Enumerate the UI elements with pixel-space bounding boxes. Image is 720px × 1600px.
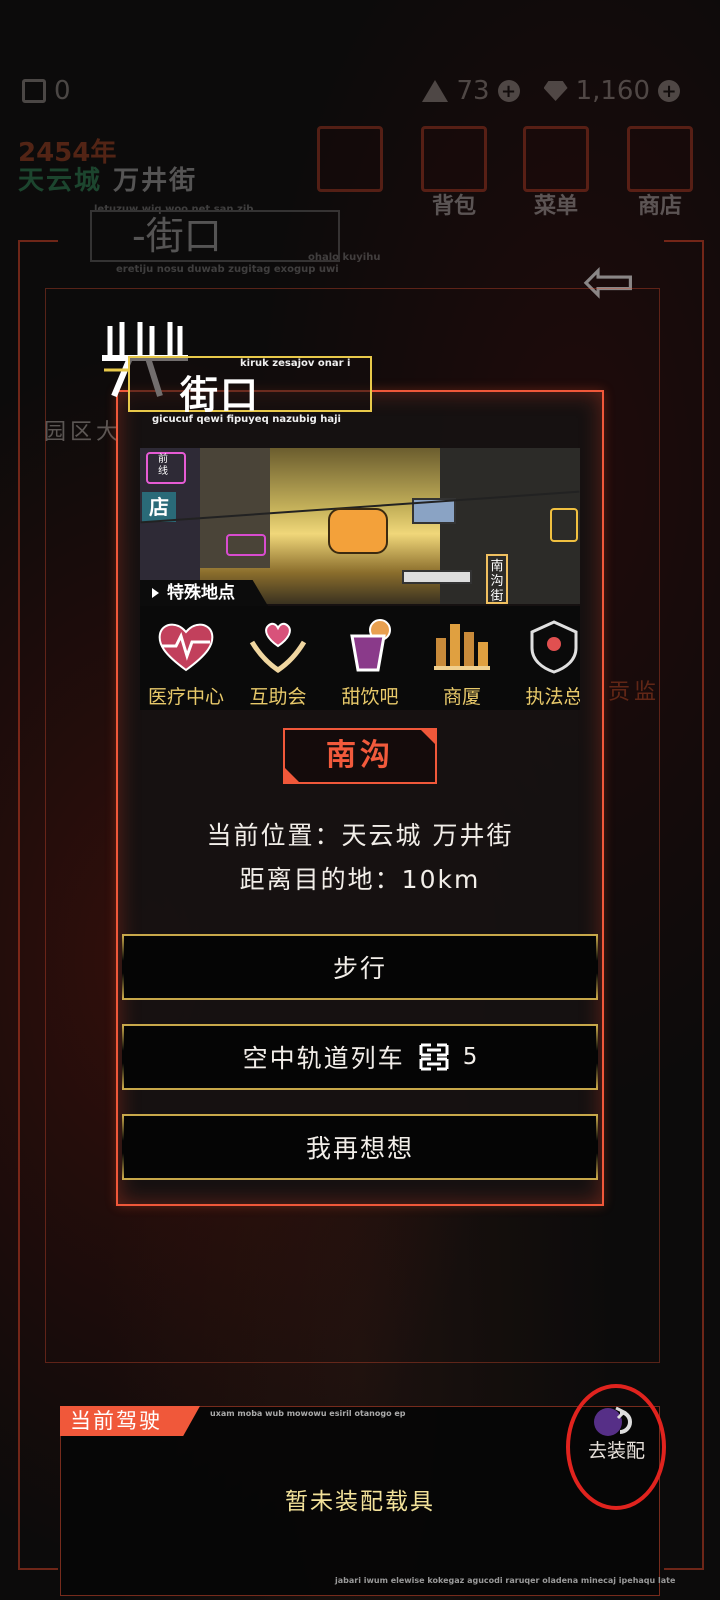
energy-counter: 73 + (422, 76, 520, 106)
frame-edge-right (664, 240, 704, 1570)
poi-label: 执法总 (525, 686, 580, 708)
title-subtext-bottom: gicucuf qewi fipuyeq nazubig haji (152, 414, 341, 425)
police-icon (522, 614, 580, 678)
gem-icon (543, 81, 568, 101)
special-location-tag: 特殊地点 (140, 580, 268, 606)
location-sub-right: ohalo kuyihu (308, 252, 381, 263)
street-name: 万井街 (113, 166, 198, 196)
distance-text: 距离目的地：10km (239, 865, 481, 894)
gem-value: 1,160 (575, 76, 650, 106)
destination-badge: 南沟 (283, 728, 437, 784)
heart-pulse-icon (154, 614, 218, 678)
chip-currency-icon (419, 1043, 449, 1071)
poi-medical[interactable]: 医疗中心 (140, 606, 232, 710)
destination-name: 南沟 (326, 738, 394, 773)
no-vehicle-text: 暂未装配载具 (285, 1489, 435, 1515)
layers-icon (317, 126, 383, 192)
poi-label: 商厦 (442, 686, 481, 708)
backpack-button[interactable]: 背包 (420, 126, 488, 220)
location-sub-bottom: eretiju nosu duwab zugitag exogup uwi (116, 264, 339, 275)
skytrain-label: 空中轨道列车 (242, 1044, 405, 1073)
walk-label: 步行 (332, 954, 387, 983)
scene-sign-text-b: 店 (142, 492, 176, 522)
currency-left-value: 0 (54, 76, 71, 106)
poi-mall[interactable]: 商厦 (416, 606, 508, 710)
poi-dessert-bar[interactable]: 甜饮吧 (324, 606, 416, 710)
currency-right: 73 + 1,160 + (422, 76, 680, 106)
scene-mp-neon (226, 534, 266, 556)
heart-hands-icon (246, 614, 310, 678)
currency-left: 0 (22, 76, 71, 106)
poi-law-enforcement[interactable]: 执法总 (508, 606, 580, 710)
chip-icon (22, 79, 46, 103)
scene-gondola (328, 508, 388, 554)
backpack-icon (421, 126, 487, 192)
poi-label: 医疗中心 (147, 686, 224, 708)
poi-label: 甜饮吧 (341, 686, 399, 708)
menu-label: 菜单 (533, 194, 578, 219)
shop-label: 商店 (637, 194, 682, 219)
scene-stall (402, 570, 472, 584)
poi-row: 医疗中心 互助会 甜饮吧 商厦 执法总 (140, 606, 580, 710)
vehicle-panel-subtext: uxam moba wub mowowu esiril otanogo ep (210, 1409, 406, 1418)
location-title: -街口 (90, 210, 340, 262)
skyline-icon (430, 614, 494, 678)
reconsider-label: 我再想想 (305, 1134, 414, 1163)
walk-button[interactable]: 步行 (122, 934, 598, 1000)
footer-subtext: jabari iwum elewise kokegaz agucodi raru… (335, 1576, 676, 1585)
shop-button[interactable]: 商店 (626, 126, 694, 220)
bg-district-label: 园区大 (44, 420, 123, 445)
scene-sign-text-a: 前线 (158, 454, 168, 477)
dialog-title: 街口 (180, 373, 261, 417)
triangle-icon (152, 588, 159, 598)
backpack-label: 背包 (431, 194, 476, 219)
poi-mutual-aid[interactable]: 互助会 (232, 606, 324, 710)
current-driving-tag: 当前驾驶 (60, 1406, 200, 1436)
current-location-text: 当前位置：天云城 万井街 (206, 821, 514, 850)
poi-label: 互助会 (249, 686, 307, 708)
reconsider-button[interactable]: 我再想想 (122, 1114, 598, 1180)
add-energy-icon[interactable]: + (497, 80, 520, 102)
scene-neon-sign-right (550, 508, 578, 542)
drink-icon (338, 614, 402, 678)
menu-button[interactable]: 菜单 (522, 126, 590, 220)
skytrain-button[interactable]: 空中轨道列车 5 (122, 1024, 598, 1090)
add-gem-icon[interactable]: + (658, 80, 680, 102)
city-name: 天云城 (18, 166, 103, 196)
energy-icon (422, 80, 449, 102)
annotation-circle (566, 1384, 666, 1510)
gem-counter: 1,160 + (543, 76, 680, 106)
bg-district-label-right: 贡监 (608, 680, 661, 705)
cart-icon (627, 126, 693, 192)
layers-button[interactable] (316, 126, 384, 192)
skytrain-cost: 5 (462, 1044, 478, 1070)
menu-list-icon (523, 126, 589, 192)
game-screen: 0 73 + 1,160 + 2454年 天云城 万井街 背包 菜单 商店 le… (0, 0, 720, 1600)
special-location-label: 特殊地点 (167, 583, 235, 603)
scene-sign-text-c: 南沟街 (486, 554, 508, 604)
energy-value: 73 (456, 76, 490, 106)
city-label: 天云城 万井街 (18, 160, 197, 197)
